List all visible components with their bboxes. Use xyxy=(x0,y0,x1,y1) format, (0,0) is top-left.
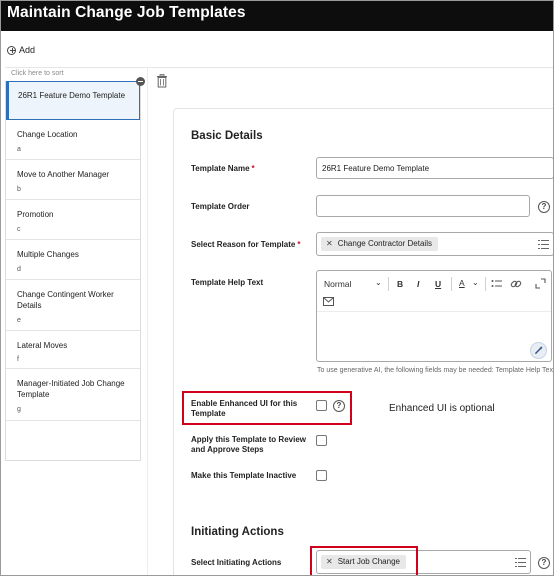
review-steps-checkbox[interactable] xyxy=(316,435,327,446)
enhanced-ui-label: Enable Enhanced UI for this Template xyxy=(191,399,298,418)
add-button[interactable]: Add xyxy=(7,45,35,55)
reason-pill-label: Change Contractor Details xyxy=(337,239,432,248)
help-text-editor[interactable]: Normal ⌄ B I U A ⌄ xyxy=(316,270,552,362)
sort-hint[interactable]: Click here to sort xyxy=(11,70,64,77)
chevron-down-icon[interactable]: ⌄ xyxy=(375,278,382,287)
reason-label-text: Select Reason for Template xyxy=(191,240,296,249)
underline-button[interactable]: U xyxy=(435,279,441,289)
template-order-label: Template Order xyxy=(191,202,250,211)
list-item-code: f xyxy=(17,356,19,363)
divider xyxy=(485,277,486,291)
help-icon[interactable]: ? xyxy=(538,201,550,213)
list-item-code: b xyxy=(17,186,21,193)
trash-icon[interactable] xyxy=(156,74,168,88)
title-bar: Maintain Change Job Templates xyxy=(1,1,553,31)
add-label: Add xyxy=(19,45,36,55)
template-name-label-text: Template Name xyxy=(191,164,250,173)
paragraph-style-select[interactable]: Normal xyxy=(324,279,351,289)
font-color-button[interactable]: A xyxy=(459,278,465,288)
chevron-down-icon[interactable]: ⌄ xyxy=(472,278,479,287)
list-item-promotion[interactable]: Promotion c xyxy=(6,200,140,240)
reason-label: Select Reason for Template * xyxy=(191,240,300,250)
help-icon[interactable]: ? xyxy=(538,557,550,569)
remove-icon[interactable] xyxy=(136,77,145,86)
divider xyxy=(388,277,389,291)
list-item-code: c xyxy=(17,226,21,233)
enhanced-ui-checkbox[interactable] xyxy=(316,400,327,411)
list-item-name: Manager-Initiated Job Change Template xyxy=(17,379,125,399)
review-steps-label: Apply this Template to Review and Approv… xyxy=(191,435,306,454)
template-list: 26R1 Feature Demo Template Change Locati… xyxy=(5,81,141,461)
help-text-label: Template Help Text xyxy=(191,278,264,287)
list-item-multiple-changes[interactable]: Multiple Changes d xyxy=(6,240,140,280)
app-window: Maintain Change Job Templates Add Click … xyxy=(0,0,554,576)
section-title-basic-details: Basic Details xyxy=(191,130,263,142)
required-marker: * xyxy=(251,164,255,173)
list-item-name: 26R1 Feature Demo Template xyxy=(18,91,126,100)
list-item-change-location[interactable]: Change Location a xyxy=(6,120,140,160)
list-item-name: Lateral Moves xyxy=(17,341,68,350)
list-item-code: g xyxy=(17,406,21,413)
ai-note: To use generative AI, the following fiel… xyxy=(317,367,554,374)
list-item-change-contingent-worker-details[interactable]: Change Contingent Worker Details e xyxy=(6,280,140,331)
divider xyxy=(451,277,452,291)
divider xyxy=(317,311,551,312)
divider xyxy=(147,67,148,575)
list-item-26r1-feature-demo-template[interactable]: 26R1 Feature Demo Template xyxy=(6,81,140,120)
list-item-lateral-moves[interactable]: Lateral Moves f xyxy=(6,331,140,369)
email-icon[interactable] xyxy=(323,297,334,306)
bullet-list-icon[interactable] xyxy=(491,279,503,289)
italic-button[interactable]: I xyxy=(417,279,419,289)
list-icon[interactable] xyxy=(515,558,526,567)
editor-toolbar: Normal ⌄ B I U A ⌄ xyxy=(317,271,551,311)
ai-assist-icon[interactable] xyxy=(530,342,547,359)
list-item-name: Multiple Changes xyxy=(17,250,79,259)
close-icon[interactable]: ✕ xyxy=(326,557,333,566)
list-item-manager-initiated-job-change-template[interactable]: Manager-Initiated Job Change Template g xyxy=(6,369,140,421)
divider xyxy=(5,67,553,68)
inactive-label: Make this Template Inactive xyxy=(191,471,297,480)
annotation-text: Enhanced UI is optional xyxy=(389,403,495,414)
help-icon[interactable]: ? xyxy=(333,400,345,412)
required-marker: * xyxy=(297,240,301,249)
list-item-name: Move to Another Manager xyxy=(17,170,110,179)
list-icon[interactable] xyxy=(538,240,549,249)
page-title: Maintain Change Job Templates xyxy=(7,4,246,21)
section-title-initiating-actions: Initiating Actions xyxy=(191,526,284,538)
add-icon xyxy=(7,45,16,55)
bold-button[interactable]: B xyxy=(397,279,403,289)
list-item-code: e xyxy=(17,317,21,324)
initiating-actions-label: Select Initiating Actions xyxy=(191,558,282,567)
action-pill-label: Start Job Change xyxy=(337,557,400,566)
expand-icon[interactable] xyxy=(535,278,546,289)
link-icon[interactable] xyxy=(510,278,522,290)
list-item-code: a xyxy=(17,146,21,153)
list-item-name: Promotion xyxy=(17,210,54,219)
close-icon[interactable]: ✕ xyxy=(326,239,333,248)
list-item-name: Change Location xyxy=(17,130,78,139)
template-name-label: Template Name * xyxy=(191,164,255,174)
list-item-move-to-another-manager[interactable]: Move to Another Manager b xyxy=(6,160,140,200)
list-item-name: Change Contingent Worker Details xyxy=(17,290,114,310)
inactive-checkbox[interactable] xyxy=(316,470,327,481)
template-name-input[interactable]: 26R1 Feature Demo Template xyxy=(316,157,553,179)
template-order-input[interactable] xyxy=(316,195,530,217)
reason-pill[interactable]: ✕ Change Contractor Details xyxy=(321,237,438,251)
list-item-code: d xyxy=(17,266,21,273)
action-pill[interactable]: ✕ Start Job Change xyxy=(321,555,406,569)
